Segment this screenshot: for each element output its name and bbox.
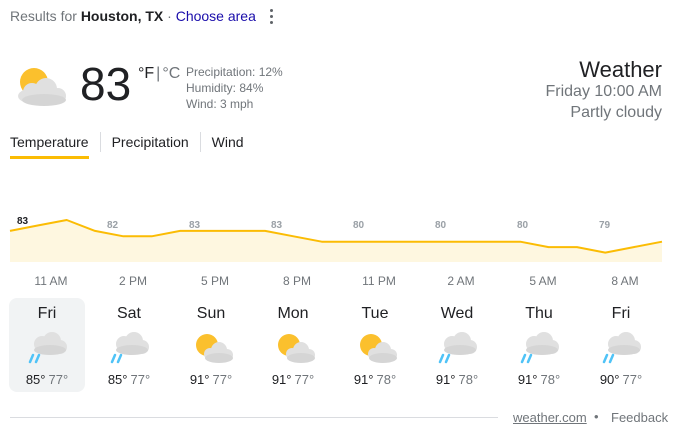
day-high: 91° [271, 372, 292, 387]
rain-cloud-icon [434, 330, 480, 366]
daily-forecast: Fri 85° 77° Sat 85° 77° Sun 91° 77° Mon 91° 77° Tue 9… [8, 298, 672, 394]
location-name: Houston, TX [80, 8, 164, 24]
current-temperature: 83 [80, 58, 132, 110]
chart-x-tick-label: 2 AM [447, 274, 474, 288]
day-card-fri[interactable]: Fri 85° 77° [9, 298, 85, 392]
weather-tabs: Temperature Precipitation Wind [10, 132, 244, 162]
day-low: 77° [294, 372, 315, 387]
precipitation-text: Precipitation: 12% [186, 65, 283, 79]
feedback-link[interactable]: Feedback [611, 410, 668, 425]
day-temps: 91° 78° [354, 372, 396, 387]
chart-x-tick-label: 11 PM [362, 274, 396, 288]
day-temps: 91° 78° [436, 372, 478, 387]
source-link[interactable]: weather.com [513, 410, 587, 425]
partly-cloudy-icon [10, 62, 70, 112]
day-temps: 91° 77° [190, 372, 232, 387]
day-temps: 91° 77° [272, 372, 314, 387]
day-temps: 85° 77° [26, 372, 68, 387]
choose-area-link[interactable]: Choose area [176, 8, 256, 24]
chart-data-label: 80 [435, 220, 447, 231]
chart-data-label: 80 [353, 220, 365, 231]
day-high: 91° [517, 372, 538, 387]
chart-data-label: 82 [107, 220, 119, 231]
current-datetime: Friday 10:00 AM [545, 83, 663, 100]
current-condition: Partly cloudy [570, 104, 662, 121]
day-high: 90° [599, 372, 620, 387]
day-card-tue[interactable]: Tue 91° 78° [337, 298, 413, 392]
day-name: Wed [440, 305, 474, 322]
day-high: 91° [435, 372, 456, 387]
header-separator: · [167, 8, 172, 24]
tab-divider [99, 132, 101, 152]
unit-celsius[interactable]: °C [162, 65, 180, 82]
chart-x-tick-label: 5 PM [201, 274, 229, 288]
day-name: Thu [525, 305, 553, 322]
results-for-header: Results for Houston, TX · Choose area [10, 8, 256, 24]
day-low: 77° [48, 372, 69, 387]
day-temps: 85° 77° [108, 372, 150, 387]
day-name: Sun [196, 305, 226, 322]
day-name: Sat [116, 305, 141, 322]
day-card-fri[interactable]: Fri 90° 77° [583, 298, 659, 392]
day-card-sat[interactable]: Sat 85° 77° [91, 298, 167, 392]
day-low: 77° [130, 372, 151, 387]
rain-cloud-icon [516, 330, 562, 366]
day-temps: 91° 78° [518, 372, 560, 387]
chart-data-label: 80 [517, 220, 529, 231]
chart-x-tick-label: 8 PM [283, 274, 311, 288]
day-low: 78° [540, 372, 561, 387]
weather-title: Weather [579, 57, 662, 82]
chart-data-label: 83 [189, 220, 201, 231]
day-low: 77° [622, 372, 643, 387]
humidity-text: Humidity: 84% [186, 81, 264, 95]
day-name: Mon [277, 305, 309, 322]
chart-x-tick-label: 11 AM [34, 274, 67, 288]
more-options-icon[interactable] [264, 6, 278, 26]
day-high: 91° [189, 372, 210, 387]
rain-cloud-icon [106, 330, 152, 366]
day-card-mon[interactable]: Mon 91° 77° [255, 298, 331, 392]
chart-x-tick-label: 8 AM [611, 274, 638, 288]
day-temps: 90° 77° [600, 372, 642, 387]
chart-data-label: 79 [599, 220, 611, 231]
rain-cloud-icon [598, 330, 644, 366]
day-low: 78° [376, 372, 397, 387]
chart-data-label: 83 [17, 216, 29, 227]
partly-cloudy-icon [352, 330, 398, 366]
tab-wind[interactable]: Wind [212, 134, 244, 159]
day-card-sun[interactable]: Sun 91° 77° [173, 298, 249, 392]
day-card-thu[interactable]: Thu 91° 78° [501, 298, 577, 392]
partly-cloudy-icon [270, 330, 316, 366]
day-name: Fri [37, 305, 57, 322]
chart-x-tick-label: 2 PM [119, 274, 147, 288]
day-name: Tue [361, 305, 389, 322]
results-prefix: Results for [10, 8, 77, 24]
day-high: 91° [353, 372, 374, 387]
tab-precipitation[interactable]: Precipitation [112, 134, 189, 159]
day-low: 77° [212, 372, 233, 387]
footer-separator-dot: • [594, 409, 599, 424]
day-high: 85° [25, 372, 46, 387]
chart-data-label: 83 [271, 220, 283, 231]
tab-temperature[interactable]: Temperature [10, 134, 89, 159]
chart-x-tick-label: 5 AM [529, 274, 556, 288]
rain-cloud-icon [24, 330, 70, 366]
temperature-chart: 83 82 83 83 80 80 80 79 11 AM 2 PM 5 PM 8 PM 11 PM 2… [9, 216, 663, 288]
footer-divider [10, 417, 498, 418]
weather-details: Precipitation: 12% Humidity: 84% Wind: 3… [186, 64, 283, 112]
wind-text: Wind: 3 mph [186, 97, 254, 111]
partly-cloudy-icon [188, 330, 234, 366]
day-name: Fri [611, 305, 631, 322]
day-card-wed[interactable]: Wed 91° 78° [419, 298, 495, 392]
unit-fahrenheit[interactable]: °F [138, 65, 154, 82]
day-high: 85° [107, 372, 128, 387]
unit-separator: | [156, 65, 161, 82]
unit-toggle: °F | °C [138, 65, 180, 83]
tab-divider [199, 132, 201, 152]
day-low: 78° [458, 372, 479, 387]
